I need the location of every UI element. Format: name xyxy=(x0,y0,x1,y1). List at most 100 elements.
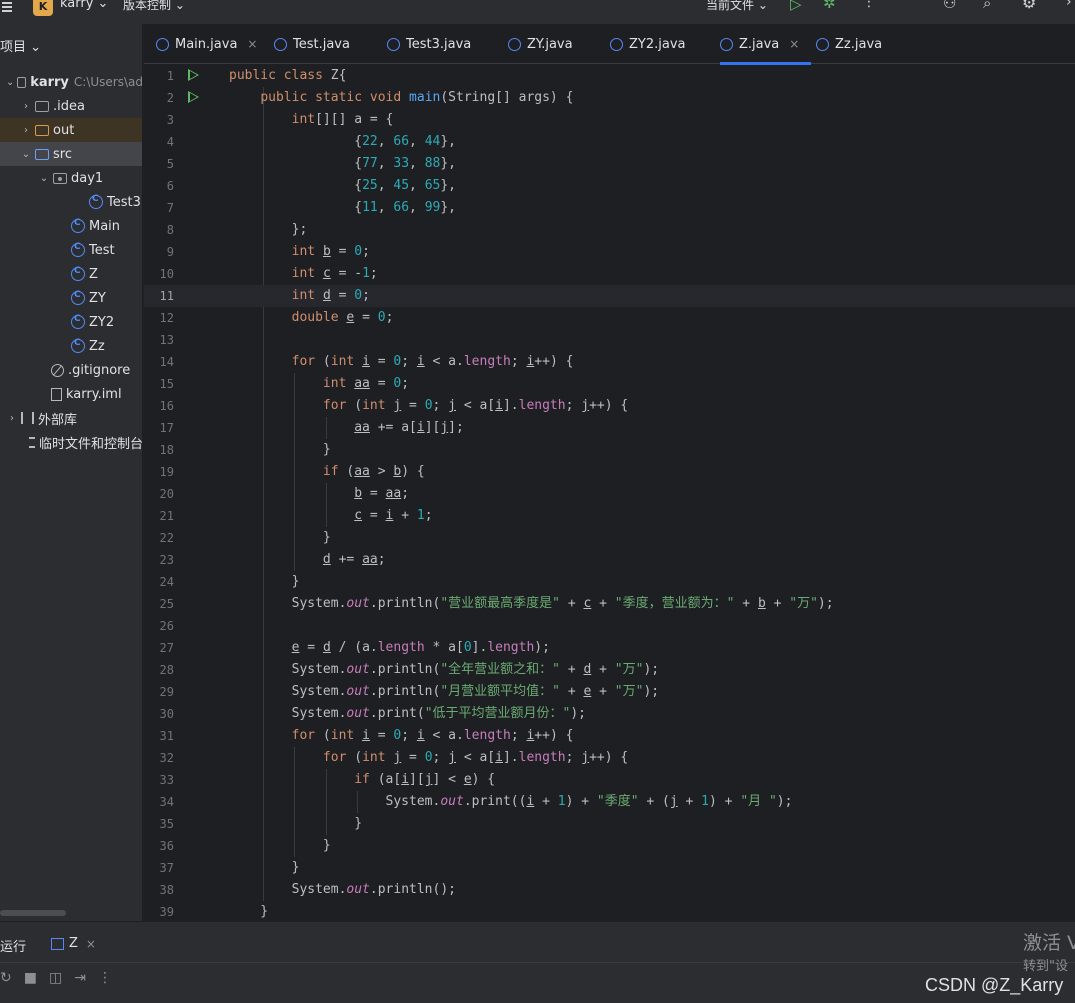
sidebar-scrollbar[interactable] xyxy=(0,910,66,916)
code-line[interactable]: 34 System.out.print((i + 1) + "季度" + (j … xyxy=(144,791,1075,813)
class-icon xyxy=(610,37,623,51)
code-line[interactable]: 21 c = i + 1; xyxy=(144,505,1075,527)
tab-z-java[interactable]: Z.java × xyxy=(720,24,812,65)
code-line[interactable]: 9 int b = 0; xyxy=(144,241,1075,263)
more-icon[interactable]: ⋮ xyxy=(98,970,112,986)
tab-zz-java[interactable]: Zz.java xyxy=(816,24,894,64)
tab-test-java[interactable]: Test.java xyxy=(274,24,362,64)
chevron-icon[interactable]: ⌄ xyxy=(6,77,14,88)
code-line[interactable]: 3 int[][] a = { xyxy=(144,109,1075,131)
tree-item-src[interactable]: ⌄ src xyxy=(0,142,142,166)
tree-item-gitignore[interactable]: .gitignore xyxy=(0,358,142,382)
tree-item-test3[interactable]: Test3 xyxy=(0,190,142,214)
tab-zy2-java[interactable]: ZY2.java xyxy=(610,24,698,64)
more-icon[interactable]: ⋮ xyxy=(862,0,876,10)
code-line[interactable]: 12 double e = 0; xyxy=(144,307,1075,329)
code-line[interactable]: 30 System.out.print("低于平均营业额月份："); xyxy=(144,703,1075,725)
rerun-icon[interactable]: ↻ xyxy=(0,970,12,986)
run-gutter-icon[interactable] xyxy=(188,69,199,81)
stop-icon[interactable]: ■ xyxy=(24,970,37,986)
code-line[interactable]: 28 System.out.println("全年营业额之和：" + d + "… xyxy=(144,659,1075,681)
run-icon[interactable]: ▷ xyxy=(790,0,802,13)
tree-item-[interactable]: 临时文件和控制台 xyxy=(0,430,142,454)
code-line[interactable]: 10 int c = -1; xyxy=(144,263,1075,285)
tree-item-idea[interactable]: › .idea xyxy=(0,94,142,118)
tree-item-zz[interactable]: Zz xyxy=(0,334,142,358)
chevron-icon[interactable]: › xyxy=(6,413,18,424)
tree-item-karry[interactable]: ⌄ karry C:\Users\ad xyxy=(0,70,142,94)
chevron-icon[interactable]: ⌄ xyxy=(38,173,50,184)
code-line[interactable]: 2 public static void main(String[] args)… xyxy=(144,87,1075,109)
code-line[interactable]: 1 public class Z{ xyxy=(144,65,1075,87)
code-text: d += aa; xyxy=(322,552,386,567)
tree-item-karryiml[interactable]: karry.iml xyxy=(0,382,142,406)
close-icon[interactable]: × xyxy=(789,37,799,51)
chevron-icon[interactable]: › xyxy=(20,101,32,112)
code-line[interactable]: 37 } xyxy=(144,857,1075,879)
code-with-me-icon[interactable]: ⚇ xyxy=(943,0,956,12)
tree-item-out[interactable]: › out xyxy=(0,118,142,142)
project-switcher[interactable]: karry ⌄ xyxy=(60,0,108,11)
tree-item-z[interactable]: Z xyxy=(0,262,142,286)
code-line[interactable]: 26 xyxy=(144,615,1075,637)
code-line[interactable]: 22 } xyxy=(144,527,1075,549)
line-number: 39 xyxy=(159,905,174,919)
code-line[interactable]: 24 } xyxy=(144,571,1075,593)
exit-icon[interactable]: ⇥ xyxy=(74,970,86,986)
code-line[interactable]: 13 xyxy=(144,329,1075,351)
code-line[interactable]: 31 for (int i = 0; i < a.length; i++) { xyxy=(144,725,1075,747)
tab-test3-java[interactable]: Test3.java xyxy=(387,24,483,64)
project-view-selector[interactable]: 项目 ⌄ xyxy=(0,36,41,55)
code-line[interactable]: 7 {11, 66, 99}, xyxy=(144,197,1075,219)
close-icon[interactable]: × xyxy=(247,37,257,51)
code-line[interactable]: 4 {22, 66, 44}, xyxy=(144,131,1075,153)
code-line[interactable]: 39 } xyxy=(144,901,1075,921)
code-line[interactable]: 18 } xyxy=(144,439,1075,461)
code-line[interactable]: 19 if (aa > b) { xyxy=(144,461,1075,483)
code-text: {77, 33, 88}, xyxy=(229,156,456,171)
code-line[interactable]: 23 d += aa; xyxy=(144,549,1075,571)
code-line[interactable]: 29 System.out.println("月营业额平均值：" + e + "… xyxy=(144,681,1075,703)
project-badge[interactable]: K xyxy=(33,0,53,16)
code-line[interactable]: 16 for (int j = 0; j < a[i].length; j++)… xyxy=(144,395,1075,417)
code-line[interactable]: 11 int d = 0; xyxy=(144,285,1075,307)
tree-item-zy[interactable]: ZY xyxy=(0,286,142,310)
run-tab-z[interactable]: Z × xyxy=(51,936,96,951)
tree-item-[interactable]: › 外部库 xyxy=(0,406,142,430)
close-icon[interactable]: × xyxy=(86,937,96,951)
code-line[interactable]: 27 e = d / (a.length * a[0].length); xyxy=(144,637,1075,659)
tree-item-main[interactable]: Main xyxy=(0,214,142,238)
code-text: for (int j = 0; j < a[i].length; j++) { xyxy=(322,750,629,765)
tab-zy-java[interactable]: ZY.java xyxy=(508,24,585,64)
tab-main-java[interactable]: Main.java × xyxy=(156,24,269,64)
tree-item-test[interactable]: Test xyxy=(0,238,142,262)
run-config-selector[interactable]: 当前文件 ⌄ xyxy=(706,0,768,13)
code-line[interactable]: 14 for (int i = 0; i < a.length; i++) { xyxy=(144,351,1075,373)
code-line[interactable]: 20 b = aa; xyxy=(144,483,1075,505)
code-line[interactable]: 33 if (a[i][j] < e) { xyxy=(144,769,1075,791)
code-line[interactable]: 15 int aa = 0; xyxy=(144,373,1075,395)
code-line[interactable]: 17 aa += a[i][j]; xyxy=(144,417,1075,439)
tab-label: Main.java xyxy=(175,36,238,52)
tree-item-zy2[interactable]: ZY2 xyxy=(0,310,142,334)
code-editor[interactable]: 1 public class Z{2 public static void mai… xyxy=(144,65,1075,921)
code-line[interactable]: 6 {25, 45, 65}, xyxy=(144,175,1075,197)
account-icon[interactable]: › xyxy=(1066,0,1072,10)
code-line[interactable]: 36 } xyxy=(144,835,1075,857)
gear-icon[interactable]: ⚙ xyxy=(1022,0,1036,12)
code-line[interactable]: 35 } xyxy=(144,813,1075,835)
tree-item-day1[interactable]: ⌄ day1 xyxy=(0,166,142,190)
camera-icon[interactable]: ◫ xyxy=(49,970,62,986)
main-menu-icon[interactable] xyxy=(0,0,16,14)
code-line[interactable]: 32 for (int j = 0; j < a[i].length; j++)… xyxy=(144,747,1075,769)
debug-icon[interactable]: ✲ xyxy=(823,0,836,12)
code-line[interactable]: 8 }; xyxy=(144,219,1075,241)
code-line[interactable]: 25 System.out.println("营业额最高季度是" + c + "… xyxy=(144,593,1075,615)
chevron-icon[interactable]: ⌄ xyxy=(20,149,32,160)
vcs-menu[interactable]: 版本控制 ⌄ xyxy=(123,0,185,13)
run-gutter-icon[interactable] xyxy=(188,91,199,103)
search-icon[interactable]: ⌕ xyxy=(983,0,991,12)
chevron-icon[interactable]: › xyxy=(20,125,32,136)
code-line[interactable]: 5 {77, 33, 88}, xyxy=(144,153,1075,175)
code-line[interactable]: 38 System.out.println(); xyxy=(144,879,1075,901)
